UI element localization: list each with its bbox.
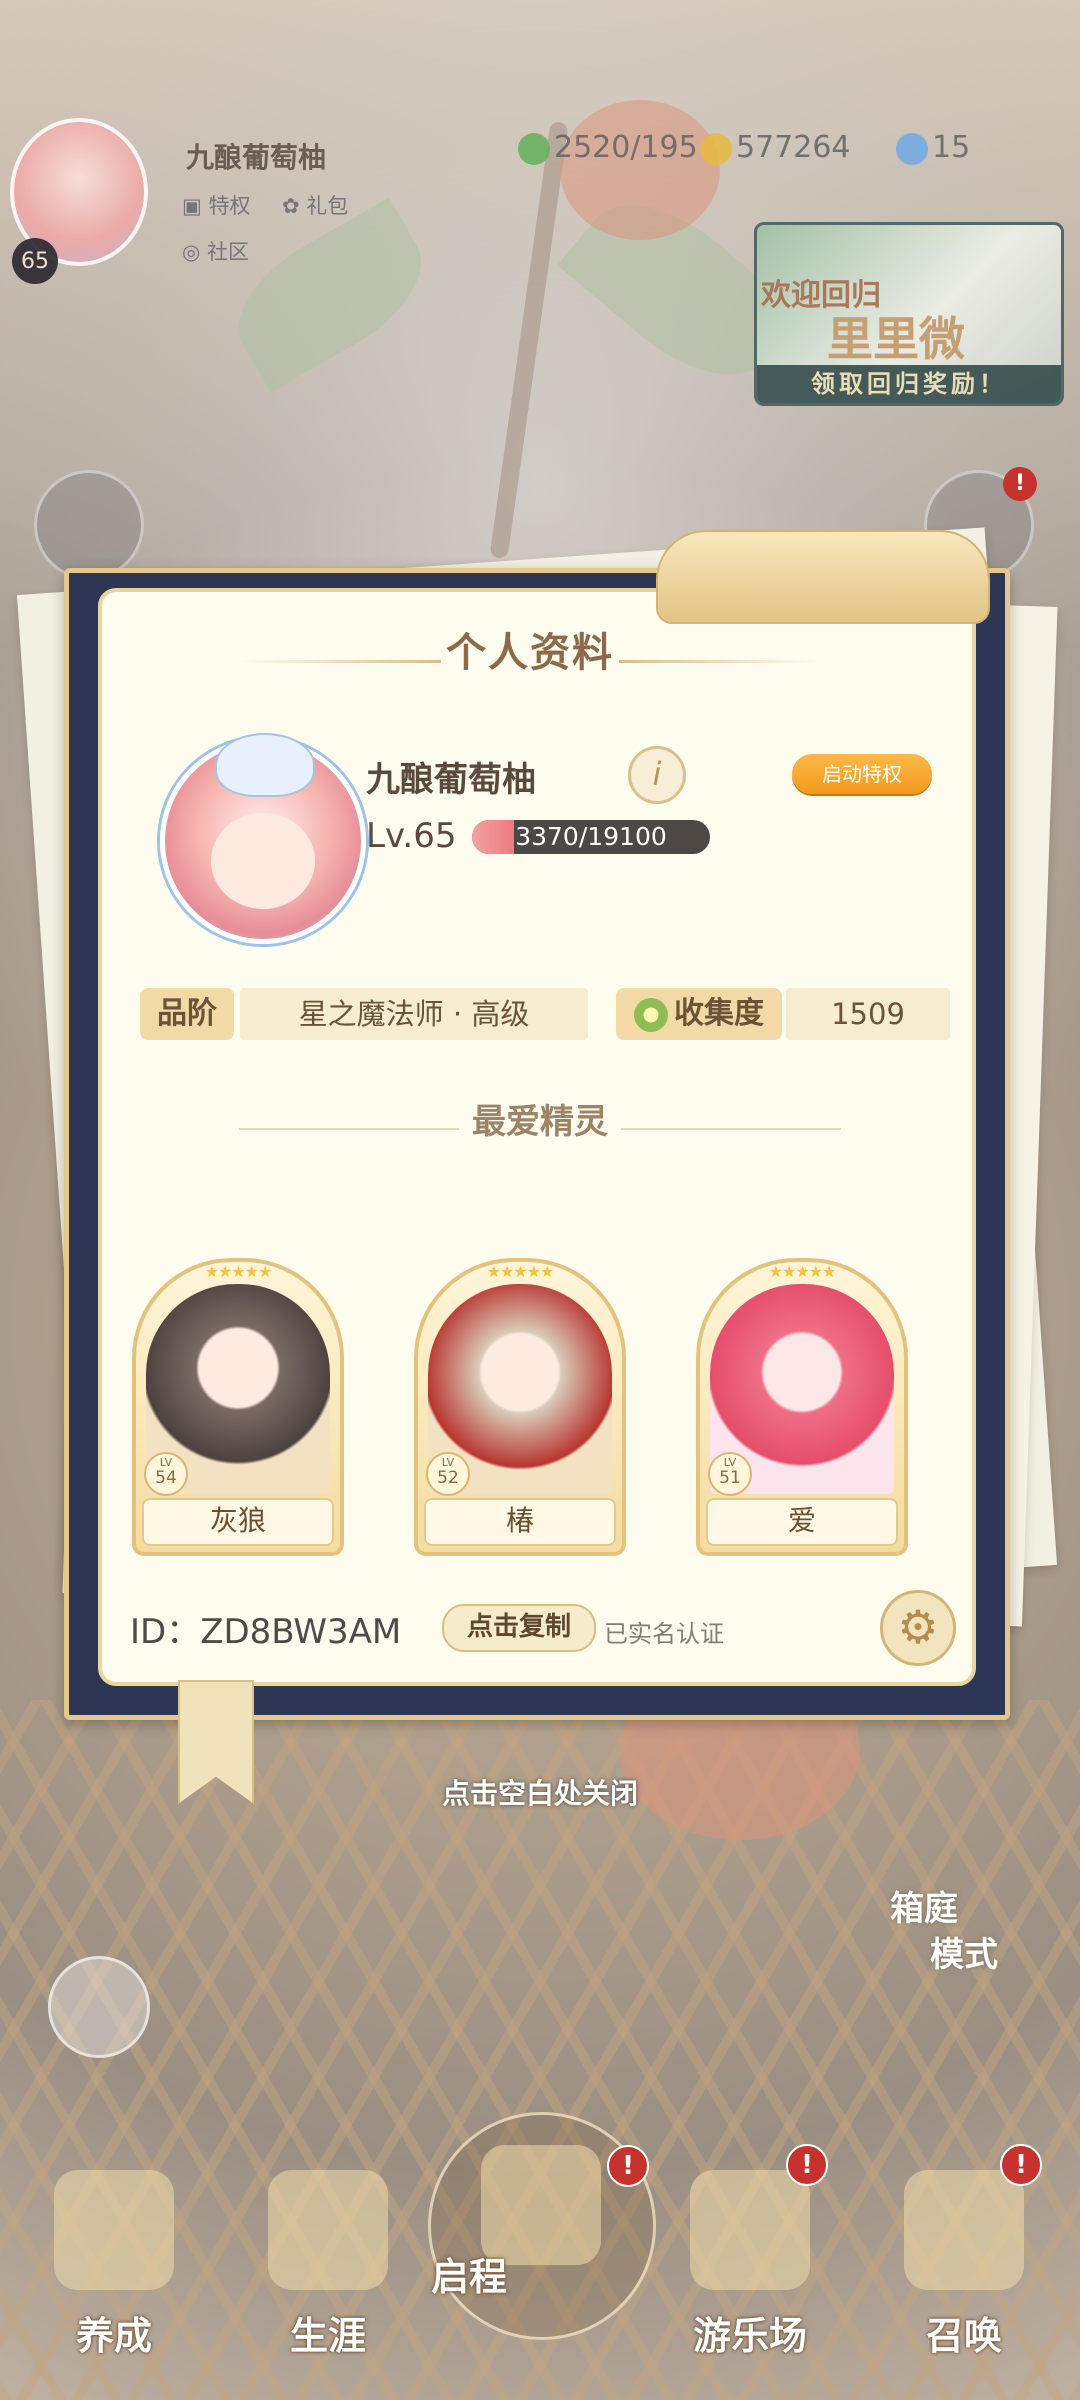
clover-icon — [634, 997, 668, 1032]
activate-privilege-button[interactable]: 启动特权 — [792, 754, 932, 794]
favorites-title: 最爱精灵 — [472, 1102, 608, 1142]
nav-journey[interactable]: 启程 ! — [428, 2112, 656, 2340]
moon-icon[interactable] — [48, 1956, 150, 2058]
profile-title: 个人资料 — [446, 630, 614, 676]
flourish-left — [240, 660, 441, 663]
star-diamond-icon — [690, 2170, 810, 2290]
flower-decoration — [560, 100, 720, 240]
profile-level: Lv.65 — [366, 816, 457, 856]
rank-label: 品阶 — [140, 988, 234, 1040]
nav-summon[interactable]: 召唤 ! — [874, 2130, 1054, 2360]
community-link[interactable]: ◎ 社区 — [182, 236, 249, 266]
spirit-level-value: 52 — [437, 1468, 459, 1488]
copy-id-button[interactable]: 点击复制 — [442, 1604, 596, 1652]
spirit-name: 灰狼 — [142, 1498, 334, 1546]
star-rating: ★★★★★ — [204, 1262, 273, 1281]
nav-cultivate[interactable]: 养成 — [24, 2130, 204, 2360]
bottom-nav: 养成 生涯 启程 ! 游乐场 ! 召唤 ! — [0, 2100, 1080, 2400]
xp-bar: 3370/19100 — [472, 820, 710, 854]
leaf-decoration — [215, 197, 445, 393]
privilege-link-label: 特权 — [208, 194, 251, 218]
nav-playground[interactable]: 游乐场 ! — [660, 2130, 840, 2360]
avatar-hat — [215, 733, 315, 797]
spirit-card-tsubaki[interactable]: ★★★★★ LV 52 椿 — [414, 1258, 626, 1556]
gold-coin-value: 577264 — [736, 130, 851, 165]
favorites-header: 最爱精灵 — [130, 1094, 950, 1143]
collection-value: 1509 — [786, 988, 950, 1040]
divider-line — [621, 1127, 842, 1130]
notification-badge: ! — [1000, 2144, 1042, 2186]
spirit-name: 爱 — [706, 1498, 898, 1546]
divider-line — [238, 1127, 459, 1130]
player-name: 九酿葡萄柚 — [186, 141, 327, 174]
gold-ornament — [656, 530, 990, 624]
crown-icon — [268, 2170, 388, 2290]
community-link-label: 社区 — [207, 240, 249, 264]
welcome-back-banner[interactable]: 欢迎回归 里里微 领取回归奖励！ — [754, 222, 1064, 406]
gift-pack-link[interactable]: ✿ 礼包 — [282, 190, 348, 220]
balance-scale-icon[interactable] — [34, 470, 144, 580]
flourish-right — [619, 660, 820, 663]
chibi-icon — [54, 2170, 174, 2290]
spirit-card-grey-wolf[interactable]: ★★★★★ LV 54 灰狼 — [132, 1258, 344, 1556]
nav-label: 生涯 — [289, 2314, 366, 2358]
xp-text: 3370/19100 — [515, 822, 667, 851]
plant-stem — [489, 120, 569, 560]
spirit-level-value: 51 — [719, 1468, 741, 1488]
yard-mode-line2: 模式 — [930, 1935, 998, 1975]
nav-label: 游乐场 — [692, 2314, 807, 2358]
spirit-level: LV 52 — [426, 1452, 470, 1496]
nav-label: 启程 — [431, 2255, 508, 2299]
banner-cta: 领取回归奖励！ — [757, 365, 1061, 403]
crystal-counter[interactable]: 15 — [896, 130, 970, 165]
gift-pack-link-label: 礼包 — [306, 194, 349, 218]
profile-avatar[interactable] — [160, 733, 366, 944]
rank-value: 星之魔法师 · 高级 — [240, 988, 588, 1040]
banner-subtitle: 里里微 — [827, 312, 965, 366]
spirit-level-value: 54 — [155, 1468, 177, 1488]
spirit-level: LV 51 — [708, 1452, 752, 1496]
gold-coin-counter[interactable]: 577264 — [700, 130, 851, 165]
star-rating: ★★★★★ — [486, 1262, 555, 1281]
player-id: ID：ZD8BW3AM — [130, 1612, 402, 1652]
spirit-name: 椿 — [424, 1498, 616, 1546]
notification-badge: ! — [607, 2145, 649, 2187]
player-level-badge: 65 — [12, 238, 58, 284]
spirit-card-ai[interactable]: ★★★★★ LV 51 爱 — [696, 1258, 908, 1556]
nav-label: 召唤 — [925, 2314, 1002, 2358]
clover-energy-counter[interactable]: 2520/195 — [518, 130, 698, 165]
clover-energy-value: 2520/195 — [554, 130, 698, 165]
yard-mode-button[interactable]: 箱庭 模式 — [870, 1886, 1040, 2016]
profile-name: 九酿葡萄柚 — [366, 760, 536, 800]
gold-coin-icon — [700, 132, 732, 165]
verified-status: 已实名认证 — [604, 1620, 724, 1648]
clover-icon — [518, 132, 550, 165]
profile-title-bar: 个人资料 — [220, 620, 840, 678]
yard-mode-line1: 箱庭 — [890, 1889, 958, 1929]
crystal-icon — [896, 132, 928, 165]
collection-label-text: 收集度 — [674, 996, 764, 1031]
spirit-level: LV 54 — [144, 1452, 188, 1496]
close-hint[interactable]: 点击空白处关闭 — [0, 1772, 1080, 1812]
avatar-face — [211, 813, 315, 909]
gear-icon[interactable]: ⚙ — [880, 1590, 956, 1666]
crystal-value: 15 — [932, 130, 971, 165]
nav-label: 养成 — [75, 2314, 152, 2358]
nav-career[interactable]: 生涯 — [238, 2130, 418, 2360]
collection-label: 收集度 — [616, 988, 782, 1040]
privilege-link[interactable]: ▣ 特权 — [182, 190, 251, 220]
card-icon — [904, 2170, 1024, 2290]
notification-badge: ! — [786, 2144, 828, 2186]
star-rating: ★★★★★ — [768, 1262, 837, 1281]
edit-info-button[interactable]: i — [628, 746, 686, 804]
